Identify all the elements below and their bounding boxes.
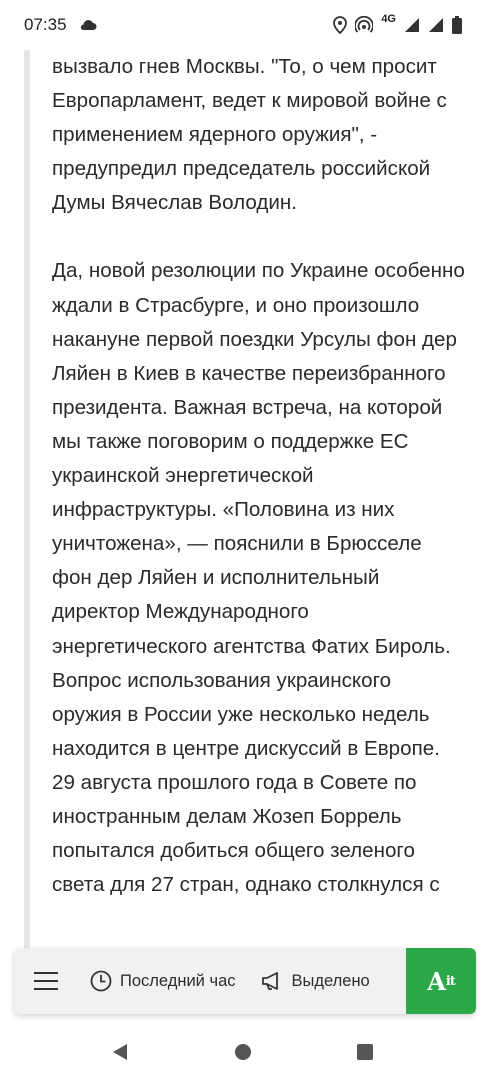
location-icon — [333, 16, 348, 34]
network-type: 4G — [381, 13, 396, 25]
highlighted-label: Выделено — [291, 971, 370, 990]
article-paragraph: вызвало гнев Москвы. "То, о чем просит Е… — [52, 55, 447, 215]
status-bar: 07:35 4G — [0, 0, 486, 50]
menu-icon — [34, 972, 58, 990]
highlighted-button[interactable]: Выделено — [248, 948, 382, 1014]
back-icon[interactable] — [111, 1042, 131, 1062]
recents-icon[interactable] — [355, 1042, 375, 1062]
hotspot-icon — [355, 16, 374, 33]
last-hour-label: Последний час — [120, 971, 236, 990]
article-text: вызвало гнев Москвы. "То, о чем просит Е… — [30, 50, 486, 902]
app-logo-button[interactable]: Ait — [406, 948, 476, 1014]
clock: 07:35 — [24, 15, 67, 34]
status-left: 07:35 — [24, 15, 97, 35]
last-hour-button[interactable]: Последний час — [78, 948, 248, 1014]
home-icon[interactable] — [233, 1042, 253, 1062]
battery-icon — [452, 16, 462, 34]
megaphone-icon — [261, 972, 278, 990]
cloud-icon — [80, 20, 97, 30]
signal-icon — [405, 18, 419, 32]
signal-icon-2 — [429, 18, 443, 32]
system-navigation-bar — [0, 1024, 486, 1080]
status-right: 4G — [333, 13, 462, 34]
logo-letter: A — [427, 966, 446, 996]
logo-suffix: it — [445, 973, 456, 989]
article-paragraph: Вопрос использования украинского оружия … — [52, 668, 440, 897]
article-paragraph: Да, новой резолюции по Украине особенно … — [52, 259, 465, 658]
article-body[interactable]: вызвало гнев Москвы. "То, о чем просит Е… — [24, 50, 486, 1010]
bottom-toolbar: Последний час Выделено Ait — [14, 948, 476, 1014]
menu-button[interactable] — [14, 948, 78, 1014]
clock-icon — [90, 970, 112, 992]
